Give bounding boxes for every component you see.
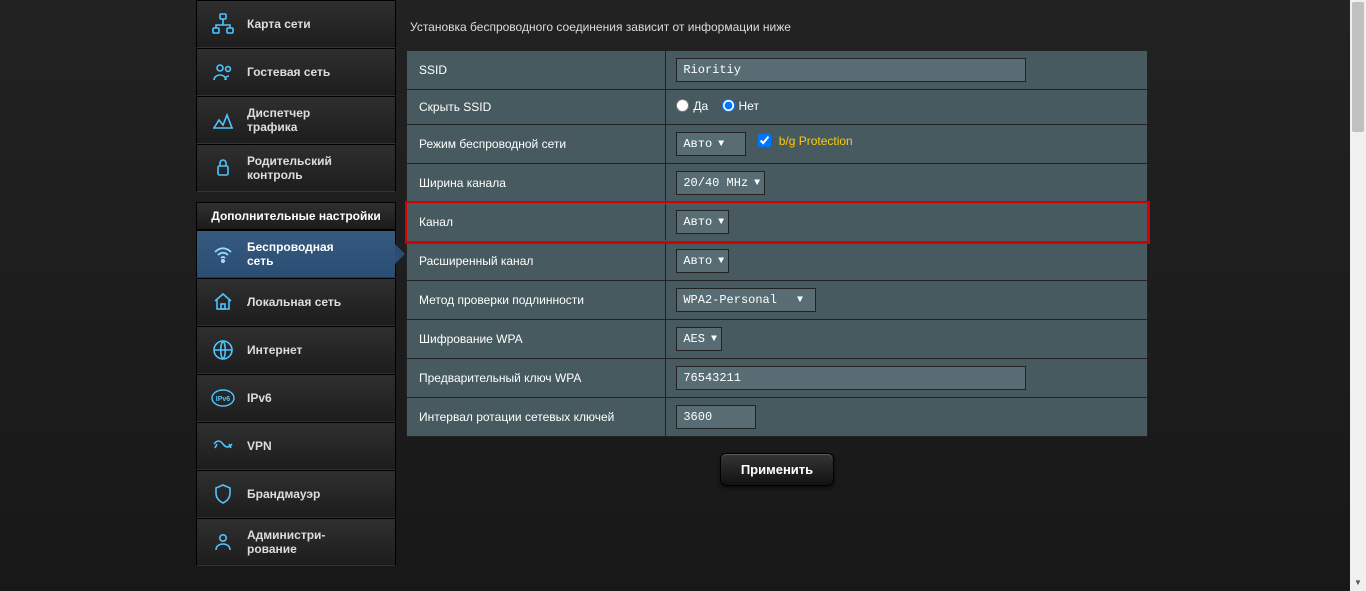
sidebar: Карта сети Гостевая сеть Диспетчер трафи… <box>196 0 396 591</box>
chevron-down-icon: ▼ <box>797 295 803 306</box>
traffic-icon <box>209 106 237 134</box>
scrollbar-track[interactable]: ▲ ▼ <box>1350 0 1366 591</box>
ipv6-icon: IPv6 <box>209 384 237 412</box>
wireless-mode-label: Режим беспроводной сети <box>407 125 666 164</box>
firewall-icon <box>209 480 237 508</box>
hide-ssid-label: Скрыть SSID <box>407 90 666 125</box>
guest-icon <box>209 58 237 86</box>
nav-label: Родительский контроль <box>247 154 332 183</box>
hide-ssid-yes[interactable]: Да <box>676 99 708 113</box>
nav-label: IPv6 <box>247 391 272 405</box>
ssid-label: SSID <box>407 51 666 90</box>
ext-channel-select[interactable]: Авто▼ <box>676 249 729 273</box>
wpa-key-label: Предварительный ключ WPA <box>407 359 666 398</box>
auth-method-select[interactable]: WPA2-Personal▼ <box>676 288 816 312</box>
nav-internet[interactable]: Интернет <box>196 326 396 374</box>
nav-label: Гостевая сеть <box>247 65 330 79</box>
chevron-down-icon: ▼ <box>718 256 724 267</box>
wpa-key-input[interactable] <box>676 366 1026 390</box>
nav-network-map[interactable]: Карта сети <box>196 0 396 48</box>
nav-label: Администри- рование <box>247 528 325 557</box>
lan-icon <box>209 288 237 316</box>
vpn-icon <box>209 432 237 460</box>
channel-select[interactable]: Авто▼ <box>676 210 729 234</box>
ssid-input[interactable] <box>676 58 1026 82</box>
main-panel: Установка беспроводного соединения завис… <box>406 0 1154 591</box>
nav-parental-control[interactable]: Родительский контроль <box>196 144 396 192</box>
nav-label: Интернет <box>247 343 302 357</box>
nav-lan[interactable]: Локальная сеть <box>196 278 396 326</box>
nav-traffic-manager[interactable]: Диспетчер трафика <box>196 96 396 144</box>
parental-icon <box>209 154 237 182</box>
channel-width-select[interactable]: 20/40 MHz▼ <box>676 171 765 195</box>
wpa-encryption-label: Шифрование WPA <box>407 320 666 359</box>
wireless-mode-select[interactable]: Авто▼ <box>676 132 746 156</box>
auth-method-label: Метод проверки подлинности <box>407 281 666 320</box>
admin-icon <box>209 528 237 556</box>
nav-guest-network[interactable]: Гостевая сеть <box>196 48 396 96</box>
internet-icon <box>209 336 237 364</box>
nav-vpn[interactable]: VPN <box>196 422 396 470</box>
chevron-down-icon: ▼ <box>718 139 724 150</box>
advanced-header: Дополнительные настройки <box>196 202 396 230</box>
nav-wireless[interactable]: Беспроводная сеть <box>196 230 396 278</box>
nav-firewall[interactable]: Брандмауэр <box>196 470 396 518</box>
wifi-icon <box>209 240 237 268</box>
nav-label: Беспроводная сеть <box>247 240 334 269</box>
wpa-encryption-select[interactable]: AES▼ <box>676 327 722 351</box>
nav-label: VPN <box>247 439 272 453</box>
nav-label: Локальная сеть <box>247 295 341 309</box>
nav-label: Карта сети <box>247 17 311 31</box>
wireless-settings-table: SSID Скрыть SSID Да Нет Режим беспроводн… <box>406 50 1148 437</box>
nav-ipv6[interactable]: IPv6 IPv6 <box>196 374 396 422</box>
scrollbar-thumb[interactable] <box>1352 2 1364 132</box>
chevron-down-icon: ▼ <box>711 334 717 345</box>
bg-protection-check[interactable]: b/g Protection <box>758 134 853 148</box>
key-rotation-input[interactable] <box>676 405 756 429</box>
chevron-down-icon: ▼ <box>754 178 760 189</box>
key-rotation-label: Интервал ротации сетевых ключей <box>407 398 666 437</box>
ext-channel-label: Расширенный канал <box>407 242 666 281</box>
intro-text: Установка беспроводного соединения завис… <box>406 0 1148 50</box>
network-map-icon <box>209 10 237 38</box>
nav-label: Диспетчер трафика <box>247 106 310 135</box>
apply-button[interactable]: Применить <box>720 453 834 486</box>
svg-text:IPv6: IPv6 <box>216 396 231 403</box>
scroll-down-icon[interactable]: ▼ <box>1350 575 1366 591</box>
channel-label: Канал <box>407 203 666 242</box>
nav-label: Брандмауэр <box>247 487 320 501</box>
channel-width-label: Ширина канала <box>407 164 666 203</box>
hide-ssid-no[interactable]: Нет <box>722 99 759 113</box>
chevron-down-icon: ▼ <box>718 217 724 228</box>
nav-administration[interactable]: Администри- рование <box>196 518 396 566</box>
